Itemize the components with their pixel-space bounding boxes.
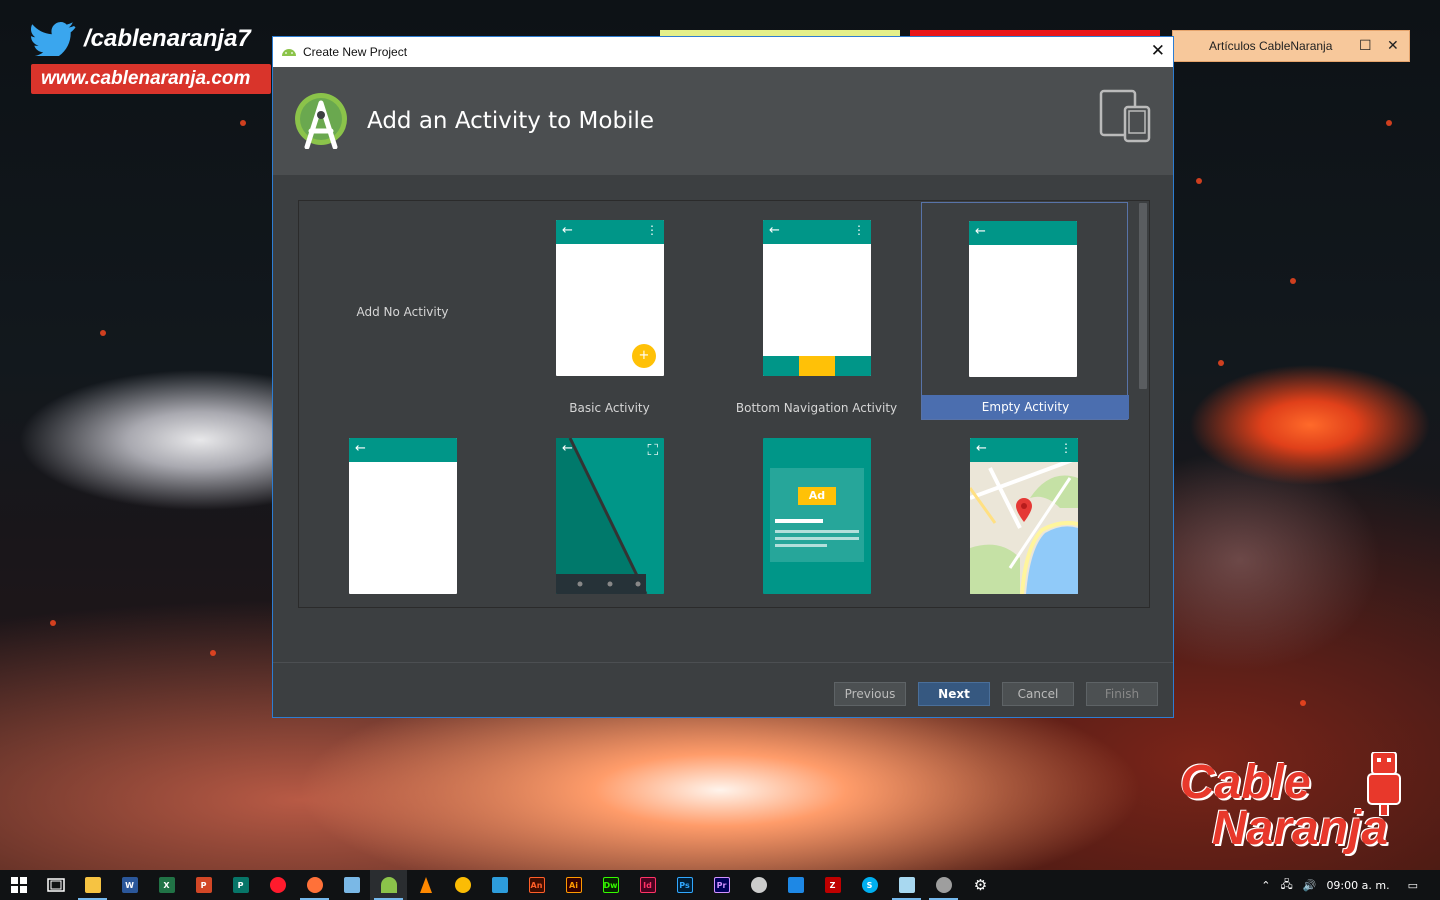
illustrator-icon[interactable]: Ai (555, 870, 592, 900)
back-arrow-icon: ← (562, 223, 573, 238)
tile-empty-activity[interactable]: ← Empty Activity (921, 202, 1129, 420)
ad-badge: Ad (798, 487, 836, 505)
fab-plus-icon: + (632, 344, 656, 368)
windows-start-icon[interactable] (0, 870, 37, 900)
android-studio-logo-icon (295, 93, 347, 149)
activity-preview: ← (349, 438, 457, 594)
chevron-up-icon[interactable]: ⌃ (1261, 879, 1270, 892)
fullscreen-icon: ⛶ (647, 441, 658, 459)
dialog-heading: Add an Activity to Mobile (367, 108, 654, 134)
back-arrow-icon: ← (975, 224, 986, 239)
create-project-dialog: Create New Project ✕ Add an Activity to … (272, 36, 1174, 718)
twitter-bird-icon (31, 22, 76, 56)
dialog-titlebar[interactable]: Create New Project ✕ (273, 37, 1173, 67)
tile-admob-activity[interactable]: Ad (713, 419, 920, 594)
close-icon[interactable]: ✕ (1151, 41, 1165, 61)
activity-preview: ← ⛶ (556, 438, 664, 594)
notepad-icon[interactable] (888, 870, 925, 900)
windows-taskbar: W X P P An Ai Dw Id Ps Pr Z S ⚙ ⌃ 🖧 🔊 09… (0, 870, 1440, 900)
brand-url: www.cablenaranja.com (31, 64, 271, 94)
photoshop-icon[interactable]: Ps (666, 870, 703, 900)
devices-icon (1099, 89, 1151, 143)
usb-plug-icon (1367, 752, 1401, 816)
overflow-menu-icon: ⋮ (1060, 441, 1072, 455)
excel-icon[interactable]: X (148, 870, 185, 900)
indesign-icon[interactable]: Id (629, 870, 666, 900)
cancel-button[interactable]: Cancel (1002, 682, 1074, 706)
android-studio-icon[interactable] (370, 870, 407, 900)
cablenaranja-logo: Cable Naranja (1180, 752, 1420, 853)
back-arrow-icon: ← (562, 441, 573, 456)
activity-preview: ← ⋮ (970, 438, 1078, 594)
background-window-title: Artículos CableNaranja (1209, 39, 1333, 53)
premiere-icon[interactable]: Pr (703, 870, 740, 900)
dialog-window-title: Create New Project (303, 45, 408, 59)
background-window[interactable]: Artículos CableNaranja ☐ ✕ (1172, 30, 1410, 62)
notifications-icon[interactable]: ▭ (1408, 879, 1418, 892)
animate-icon[interactable]: An (518, 870, 555, 900)
activity-preview: ← ⋮ (763, 220, 871, 376)
activity-preview: Ad (763, 438, 871, 594)
next-button[interactable]: Next (918, 682, 990, 706)
vlc-icon[interactable] (407, 870, 444, 900)
back-arrow-icon: ← (976, 441, 987, 456)
overflow-menu-icon: ⋮ (646, 223, 658, 237)
system-tray: ⌃ 🖧 🔊 09:00 a. m. ▭ (1261, 870, 1440, 900)
brand-header: /cablenaranja7 www.cablenaranja.com (28, 22, 271, 94)
tile-label: Empty Activity (922, 395, 1129, 419)
tile-bottom-navigation-activity[interactable]: ← ⋮ Bottom Navigation Activity (713, 201, 920, 419)
android-head-icon (282, 49, 296, 56)
word-icon[interactable]: W (111, 870, 148, 900)
map-pin-icon (1016, 498, 1032, 522)
settings-gear-icon[interactable]: ⚙ (962, 870, 999, 900)
github-icon[interactable] (740, 870, 777, 900)
brand-handle-text: /cablenaranja7 (84, 25, 251, 52)
publisher-icon[interactable]: P (222, 870, 259, 900)
layers-icon[interactable] (481, 870, 518, 900)
clock[interactable]: 09:00 a. m. (1326, 879, 1389, 892)
volume-icon[interactable]: 🔊 (1303, 879, 1317, 892)
tile-basic-activity[interactable]: ← ⋮ + Basic Activity (506, 201, 713, 419)
dev-tool-icon[interactable] (777, 870, 814, 900)
dialog-header: Add an Activity to Mobile (273, 67, 1173, 175)
back-arrow-icon: ← (355, 441, 366, 456)
close-icon[interactable]: ✕ (1387, 37, 1399, 54)
previous-button[interactable]: Previous (834, 682, 906, 706)
firefox-icon[interactable] (296, 870, 333, 900)
finish-button[interactable]: Finish (1086, 682, 1158, 706)
skype-icon[interactable]: S (851, 870, 888, 900)
activity-gallery[interactable]: Add No Activity ← ⋮ + Basic Activity ← ⋮ B… (298, 200, 1150, 608)
task-view-icon[interactable] (37, 870, 74, 900)
network-icon[interactable]: 🖧 (1280, 876, 1292, 895)
back-arrow-icon: ← (769, 223, 780, 238)
tile-add-no-activity[interactable]: Add No Activity (299, 201, 506, 419)
virtualbox-icon[interactable] (333, 870, 370, 900)
activity-preview: ← ⋮ + (556, 220, 664, 376)
drive-icon[interactable] (444, 870, 481, 900)
maximize-icon[interactable]: ☐ (1359, 37, 1372, 54)
activity-preview: ← (969, 221, 1077, 377)
filezilla-icon[interactable]: Z (814, 870, 851, 900)
tile-label: Bottom Navigation Activity (735, 401, 898, 415)
overflow-menu-icon: ⋮ (853, 223, 865, 237)
tile-label: Basic Activity (569, 401, 650, 415)
dreamweaver-icon[interactable]: Dw (592, 870, 629, 900)
powerpoint-icon[interactable]: P (185, 870, 222, 900)
tile-activity[interactable]: ← (299, 419, 506, 594)
opera-icon[interactable] (259, 870, 296, 900)
gallery-scrollbar[interactable] (1139, 203, 1147, 389)
mobile-tool-icon[interactable] (925, 870, 962, 900)
tile-fullscreen-activity[interactable]: ← ⛶ (506, 419, 713, 594)
footer-divider (273, 662, 1173, 663)
tile-label: Add No Activity (356, 305, 449, 319)
file-explorer-icon[interactable] (74, 870, 111, 900)
tile-maps-activity[interactable]: ← ⋮ (920, 419, 1127, 594)
